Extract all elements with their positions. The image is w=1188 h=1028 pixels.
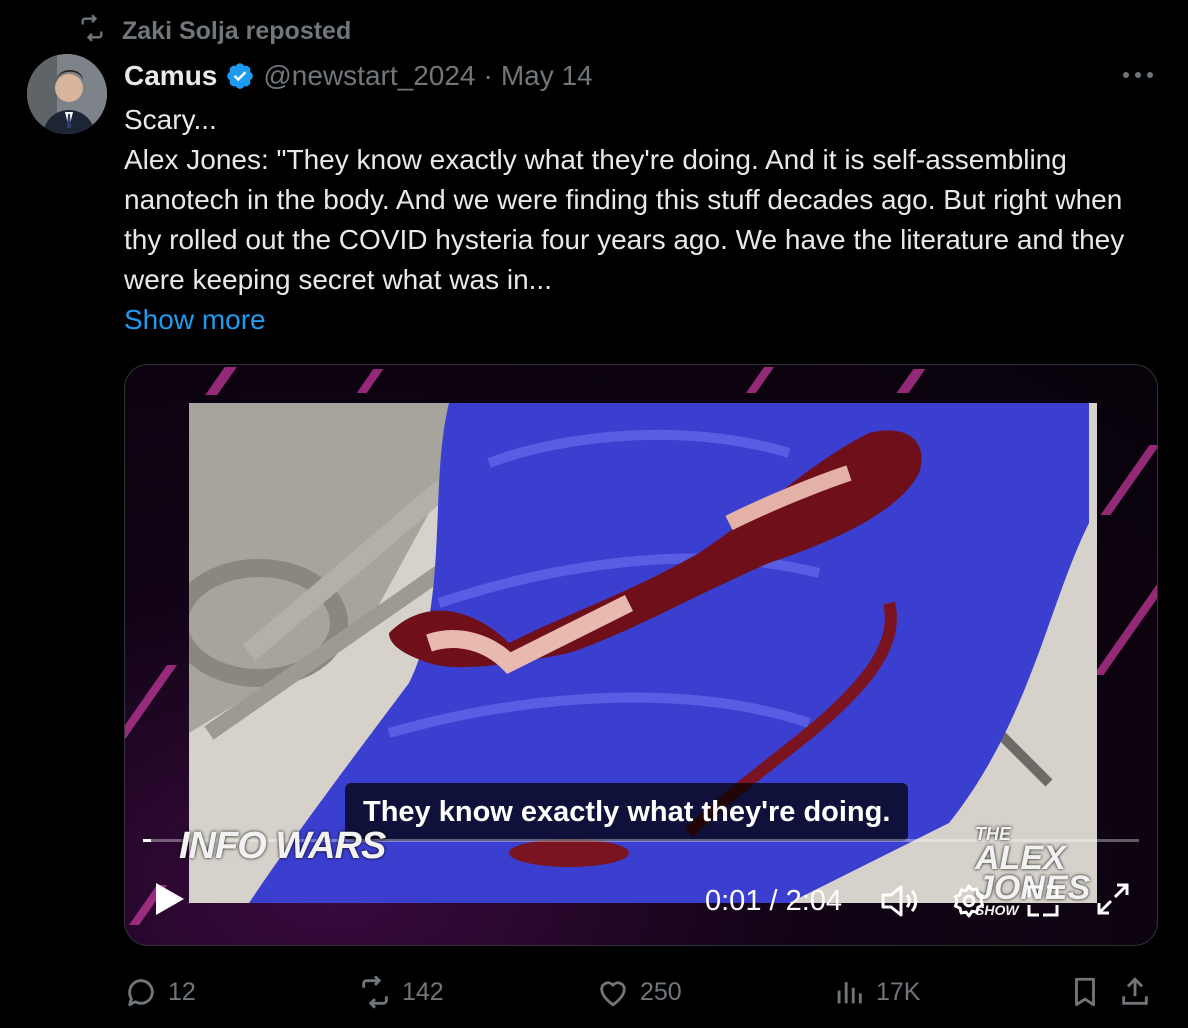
- repost-label: Zaki Solja reposted: [122, 16, 352, 45]
- repost-icon: [78, 13, 106, 49]
- reply-button[interactable]: 12: [124, 975, 196, 1009]
- repost-action-icon: [362, 975, 388, 1009]
- author-handle[interactable]: @newstart_2024: [263, 60, 475, 92]
- share-button[interactable]: [1118, 975, 1152, 1009]
- avatar[interactable]: [27, 54, 107, 134]
- share-icon: [1122, 977, 1148, 1005]
- like-count: 250: [640, 977, 682, 1006]
- repost-indicator[interactable]: Zaki Solja reposted: [78, 13, 352, 49]
- settings-gear-icon[interactable]: [947, 879, 991, 923]
- tweet-date[interactable]: May 14: [501, 60, 593, 92]
- repost-button[interactable]: 142: [358, 975, 444, 1009]
- play-icon[interactable]: [149, 877, 191, 921]
- video-time: 0:01 / 2:04: [705, 884, 843, 917]
- tweet-text: Scary... Alex Jones: "They know exactly …: [124, 100, 1154, 340]
- bookmark-button[interactable]: [1068, 975, 1102, 1009]
- views-chart-icon: [837, 982, 862, 1004]
- tweet-line-2: Alex Jones: "They know exactly what they…: [124, 144, 1125, 295]
- fullscreen-icon[interactable]: [1091, 877, 1135, 921]
- reply-count: 12: [168, 977, 196, 1006]
- repost-count: 142: [402, 977, 444, 1006]
- views-count: 17K: [876, 977, 921, 1006]
- author-name[interactable]: Camus: [124, 60, 217, 92]
- tweet-actions: 12 142 250 17K: [124, 970, 1164, 1014]
- like-button[interactable]: 250: [596, 975, 682, 1009]
- show-more-link[interactable]: Show more: [124, 304, 266, 335]
- tweet-line-1: Scary...: [124, 104, 217, 135]
- bookmark-icon: [1075, 977, 1095, 1007]
- separator-dot: ·: [483, 60, 493, 91]
- heart-icon: [600, 981, 626, 1007]
- verified-badge-icon[interactable]: [225, 61, 255, 91]
- views-button[interactable]: 17K: [832, 975, 920, 1009]
- video-caption: They know exactly what they're doing.: [345, 783, 909, 841]
- tweet-header: Camus @newstart_2024 · May 14: [124, 56, 593, 96]
- video-player[interactable]: They know exactly what they're doing. IN…: [124, 364, 1158, 946]
- video-progress-fill: [143, 839, 151, 842]
- reply-icon: [128, 979, 154, 1007]
- infowars-logo: INFO WARS: [179, 825, 386, 867]
- volume-icon[interactable]: [877, 879, 921, 923]
- picture-in-picture-icon[interactable]: [1021, 879, 1065, 923]
- more-options-icon[interactable]: [1118, 60, 1158, 90]
